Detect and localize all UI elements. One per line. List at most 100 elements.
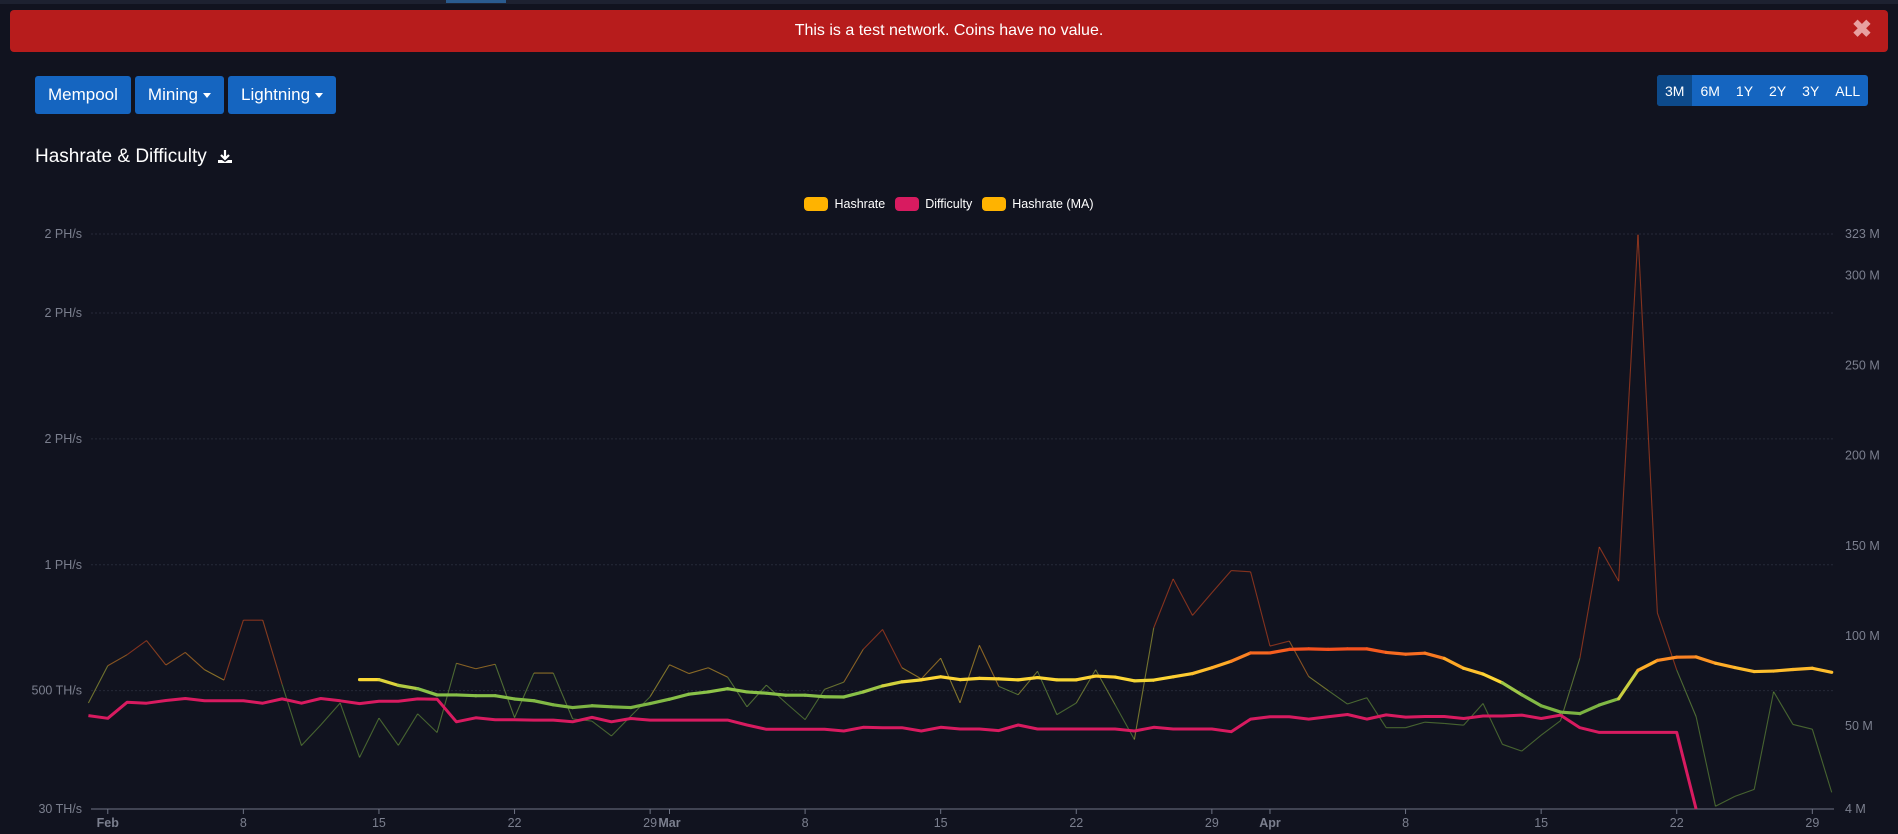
range-3y[interactable]: 3Y [1794, 75, 1827, 106]
hashrate-difficulty-chart: 30 TH/s 500 TH/s 1 PH/s 2 PH/s 2 PH/s 2 PH/s 4… [32, 227, 1880, 830]
hashrate-ma-line-segment [1694, 655, 1718, 665]
x-tick-label: 8 [240, 816, 247, 830]
y-right-tick-label: 50 M [1845, 719, 1873, 733]
hashrate-ma-line-segment [1035, 675, 1059, 682]
range-3m[interactable]: 3M [1657, 75, 1693, 106]
x-tick-label: 22 [1670, 816, 1684, 830]
lightning-label: Lightning [241, 85, 311, 104]
hashrate-line-segment [978, 645, 1000, 687]
range-all[interactable]: ALL [1827, 75, 1868, 106]
top-navbar [0, 0, 1898, 4]
hashrate-line-segment [204, 669, 225, 681]
hashrate-line-segment [1482, 703, 1503, 745]
hashrate-line-segment [1579, 546, 1600, 659]
hashrate-ma-line-segment [1171, 671, 1195, 679]
hashrate-line-segment [1444, 722, 1464, 726]
hashrate-line-segment [1502, 743, 1522, 752]
hashrate-line-segment [959, 645, 980, 703]
y-left-tick-label: 2 PH/s [44, 306, 82, 320]
y-right-tick-label: 150 M [1845, 539, 1880, 553]
caret-down-icon [315, 92, 324, 98]
hashrate-line-segment [1792, 723, 1813, 730]
y-right-tick-label: 323 M [1845, 227, 1880, 241]
range-6m[interactable]: 6M [1692, 75, 1727, 106]
legend-hashrate[interactable]: Hashrate [804, 197, 885, 211]
x-tick-label: 15 [934, 816, 948, 830]
hashrate-ma-line-segment [1074, 674, 1098, 682]
range-1y[interactable]: 1Y [1728, 75, 1761, 106]
hashrate-line-segment [591, 720, 612, 737]
navbar-active-indicator [446, 0, 506, 3]
hashrate-line-segment [1095, 669, 1116, 705]
hashrate-ma-line-segment [609, 705, 633, 710]
hashrate-ma-line-segment [1752, 669, 1776, 674]
x-tick-label: 29 [1205, 816, 1219, 830]
hashrate-line-segment [456, 662, 476, 670]
hashrate-line-segment [1308, 676, 1329, 691]
hashrate-ma-line-segment [1403, 651, 1427, 656]
testnet-alert: This is a test network. Coins have no va… [10, 10, 1888, 52]
chart-title-row: Hashrate & Difficulty [35, 146, 233, 168]
x-tick-label: 8 [1402, 816, 1409, 830]
x-tick-label: 15 [1534, 816, 1548, 830]
x-tick-label: Mar [658, 816, 680, 830]
hashrate-ma-line-segment [1791, 666, 1814, 672]
download-icon[interactable] [217, 149, 233, 165]
hashrate-ma-line-segment [1442, 656, 1466, 670]
x-tick-label: Apr [1259, 816, 1281, 830]
hashrate-line-segment [1540, 720, 1561, 736]
legend-hashrate-ma[interactable]: Hashrate (MA) [982, 197, 1094, 211]
hashrate-line-segment [824, 681, 845, 690]
hashrate-line-segment [1037, 671, 1058, 715]
hashrate-ma-line-segment [1287, 647, 1311, 651]
hashrate-line-segment [1676, 669, 1697, 717]
hashrate-line-segment [610, 715, 632, 737]
hashrate-ma-line-segment [1229, 651, 1253, 663]
hashrate-ma-line-segment [1384, 650, 1408, 656]
alert-text: This is a test network. Coins have no va… [794, 22, 1104, 39]
mining-dropdown[interactable]: Mining [134, 76, 225, 114]
mempool-button[interactable]: Mempool [35, 76, 131, 114]
hashrate-line-segment [1153, 578, 1174, 628]
hashrate-ma-line-segment [1617, 668, 1640, 701]
hashrate-line-segment [126, 640, 147, 656]
mempool-label: Mempool [48, 85, 118, 104]
hashrate-line-segment [688, 667, 709, 675]
hashrate-line-segment [649, 664, 670, 698]
lightning-dropdown[interactable]: Lightning [228, 76, 337, 114]
hashrate-line-segment [1463, 703, 1484, 726]
hashrate-line-segment [339, 702, 361, 758]
hashrate-line-segment [901, 667, 922, 680]
x-tick-label: 22 [508, 816, 522, 830]
y-left-tick-label: 2 PH/s [44, 227, 82, 241]
hashrate-line-segment [843, 649, 864, 683]
x-tick-label: Feb [97, 816, 120, 830]
hashrate-line-segment [146, 640, 167, 666]
range-2y[interactable]: 2Y [1761, 75, 1794, 106]
hashrate-line-segment [940, 657, 961, 703]
hashrate-line-segment [1637, 234, 1658, 613]
hashrate-line-segment [1327, 689, 1348, 705]
hashrate-ma-line-segment [648, 697, 672, 706]
y-left-tick-label: 30 TH/s [38, 802, 82, 816]
hashrate-ma-line-segment [1113, 675, 1136, 683]
hashrate-ma-line-segment [745, 690, 768, 695]
hashrate-line-segment [1250, 571, 1271, 647]
hashrate-ma-line-segment [416, 687, 439, 697]
hashrate-ma-line-segment [1558, 710, 1582, 716]
hashrate-ma-line-segment [1733, 665, 1756, 674]
hashrate-line-segment [475, 663, 496, 670]
legend-label: Difficulty [925, 197, 973, 211]
hashrate-ma-line-segment [377, 677, 400, 687]
close-icon[interactable]: ✖ [1852, 18, 1872, 42]
hashrate-line-segment [1695, 716, 1717, 807]
hashrate-ma-line-segment [571, 704, 594, 710]
hashrate-line-segment [1288, 640, 1310, 677]
legend-difficulty[interactable]: Difficulty [895, 197, 972, 211]
hashrate-line-segment [320, 702, 341, 726]
legend-swatch [804, 197, 829, 211]
hashrate-ma-line-segment [977, 676, 1001, 681]
legend-label: Hashrate (MA) [1012, 197, 1094, 211]
hashrate-ma-line-segment [1481, 672, 1505, 685]
hashrate-line-segment [1231, 570, 1251, 573]
